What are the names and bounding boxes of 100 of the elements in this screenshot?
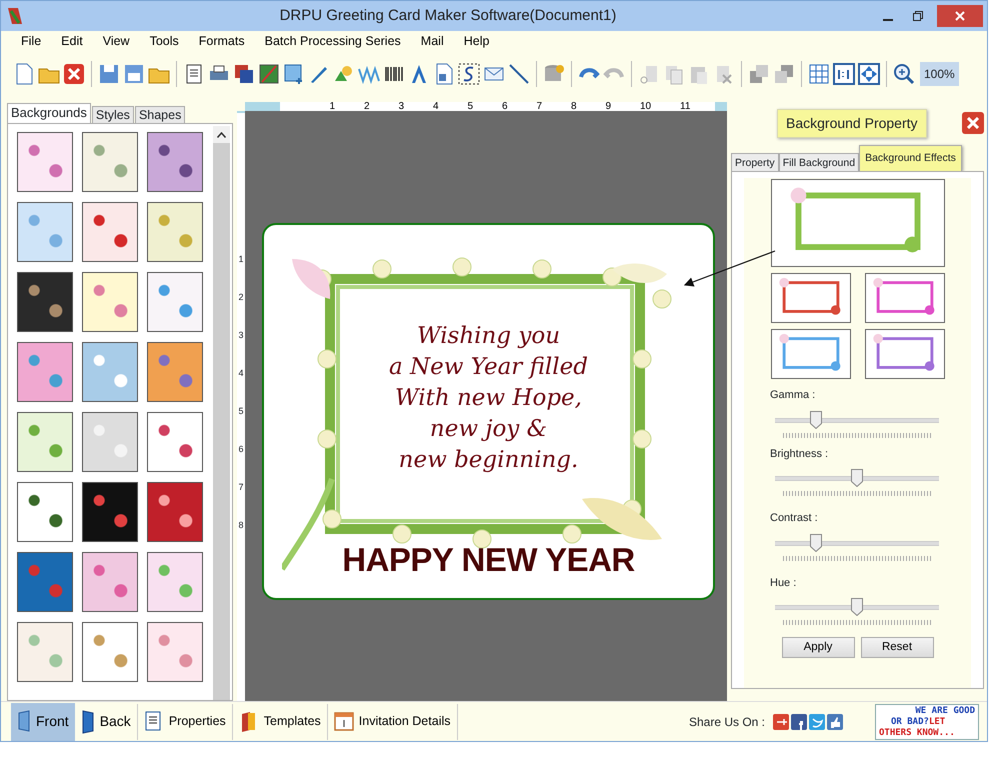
effect-thumbnail[interactable] <box>770 273 850 323</box>
ruler-number: 3 <box>398 102 404 111</box>
effect-thumbnail[interactable] <box>864 329 944 379</box>
background-thumbnail[interactable] <box>82 202 138 262</box>
zoom-level[interactable]: 100% <box>920 62 959 86</box>
background-thumbnail[interactable] <box>82 342 138 402</box>
panel-button[interactable]: Reset <box>860 637 934 658</box>
ruler-number: 6 <box>238 443 244 455</box>
panel-tab[interactable]: Styles <box>92 106 134 123</box>
menu-item[interactable]: File <box>11 32 52 50</box>
background-thumbnail[interactable] <box>147 202 203 262</box>
close-panel-button[interactable] <box>962 112 984 134</box>
background-thumbnail[interactable] <box>82 622 138 682</box>
menu-item[interactable]: Edit <box>51 32 93 50</box>
background-thumbnail[interactable] <box>147 482 203 542</box>
feedback-banner[interactable]: WE ARE GOOD OR BAD?LET OTHERS KNOW... <box>875 704 979 740</box>
ruler-number: 5 <box>467 102 474 111</box>
toolbar-button[interactable]: Invitation Details <box>328 702 456 740</box>
panel-tab[interactable]: Fill Background <box>778 153 860 171</box>
image-icon[interactable] <box>258 63 280 85</box>
slider-thumb[interactable] <box>810 410 822 428</box>
layers-icon[interactable] <box>233 63 255 85</box>
ruler-number: 10 <box>640 102 652 111</box>
send-backward-icon[interactable] <box>748 63 770 85</box>
background-thumbnail[interactable] <box>82 272 138 332</box>
menu-item[interactable]: Tools <box>140 32 189 50</box>
ruler-number: 7 <box>536 102 542 111</box>
scroll-up-button[interactable] <box>213 126 230 143</box>
background-thumbnail[interactable] <box>17 412 73 472</box>
background-thumbnail[interactable] <box>147 412 203 472</box>
menu-item[interactable]: Mail <box>410 32 454 50</box>
grid-icon[interactable] <box>808 63 830 85</box>
background-thumbnail[interactable] <box>147 552 203 612</box>
view-tab[interactable]: Back <box>74 702 137 740</box>
background-thumbnail[interactable] <box>82 412 138 472</box>
panel-tab[interactable]: Background Effects <box>859 145 962 171</box>
panel-tab[interactable]: Shapes <box>134 106 186 123</box>
background-thumbnail[interactable] <box>147 272 203 332</box>
background-thumbnail[interactable] <box>82 482 138 542</box>
effect-thumbnail[interactable] <box>770 329 850 379</box>
book-front-icon <box>17 710 31 734</box>
background-thumbnail[interactable] <box>17 342 73 402</box>
background-thumbnail[interactable] <box>147 342 203 402</box>
ruler-number: 8 <box>238 519 244 531</box>
toolbar-button[interactable]: Templates <box>232 702 327 740</box>
background-thumbnail[interactable] <box>82 552 138 612</box>
background-thumbnail[interactable] <box>17 202 73 262</box>
background-thumbnail[interactable] <box>17 132 73 192</box>
ruler-number: 11 <box>680 102 690 111</box>
close-icon[interactable] <box>63 63 85 85</box>
save-icon[interactable] <box>98 63 120 85</box>
toolbar-button[interactable]: Properties <box>138 702 232 740</box>
background-thumbnail[interactable] <box>17 272 73 332</box>
slider-thumb[interactable] <box>851 469 863 487</box>
thumbs-up-icon[interactable] <box>827 714 843 730</box>
panel-title: Background Property <box>777 108 927 138</box>
background-thumbnail[interactable] <box>17 552 73 612</box>
save-as-icon[interactable] <box>123 63 145 85</box>
menu-item[interactable]: View <box>92 32 140 50</box>
panel-button[interactable]: Apply <box>782 637 854 658</box>
bring-forward-icon[interactable] <box>773 63 795 85</box>
view-tab[interactable]: Front <box>11 702 75 740</box>
ruler-number: 7 <box>238 481 244 493</box>
twitter-icon[interactable] <box>809 714 825 730</box>
card-heading: HAPPY NEW YEAR <box>342 540 635 580</box>
background-thumbnail[interactable] <box>17 622 73 682</box>
ruler-number: 1 <box>329 102 336 111</box>
zoom-in-icon[interactable] <box>893 63 915 85</box>
slider-thumb[interactable] <box>851 598 863 616</box>
calendar-icon <box>334 710 354 732</box>
line-icon[interactable] <box>508 63 530 85</box>
effect-thumbnail[interactable] <box>864 273 944 323</box>
ruler-number: 4 <box>238 367 244 379</box>
ruler-number: 2 <box>364 102 370 111</box>
background-thumbnail[interactable] <box>17 482 73 542</box>
add-image-icon[interactable] <box>283 63 305 85</box>
background-thumbnail[interactable] <box>82 132 138 192</box>
panel-tab[interactable]: Backgrounds <box>7 103 91 123</box>
ruler-number: 9 <box>605 102 612 111</box>
close-button[interactable] <box>937 5 983 27</box>
menu-item[interactable]: Help <box>454 32 500 50</box>
share-label: Share Us On : <box>688 714 765 730</box>
menu-item[interactable]: Formats <box>188 32 255 50</box>
panel-tab[interactable]: Property <box>731 153 779 171</box>
slider-thumb[interactable] <box>810 534 822 552</box>
background-thumbnail[interactable] <box>147 132 203 192</box>
close-icon <box>955 11 965 21</box>
signature-icon[interactable] <box>458 63 480 85</box>
ruler-number: 1 <box>238 253 244 265</box>
slider-label: Gamma : <box>770 388 816 403</box>
background-thumbnail[interactable] <box>147 622 203 682</box>
fit-to-window-icon[interactable] <box>858 63 880 85</box>
menu-item[interactable]: Batch Processing Series <box>254 32 411 50</box>
facebook-icon[interactable] <box>791 714 807 730</box>
window-title: DRPU Greeting Card Maker Software(Document1) <box>278 6 618 26</box>
ruler-number: 3 <box>238 329 244 341</box>
frame-preview[interactable] <box>770 179 944 267</box>
actual-size-icon[interactable] <box>833 63 855 85</box>
ruler-number: 8 <box>570 102 577 111</box>
restore-icon <box>913 11 923 21</box>
